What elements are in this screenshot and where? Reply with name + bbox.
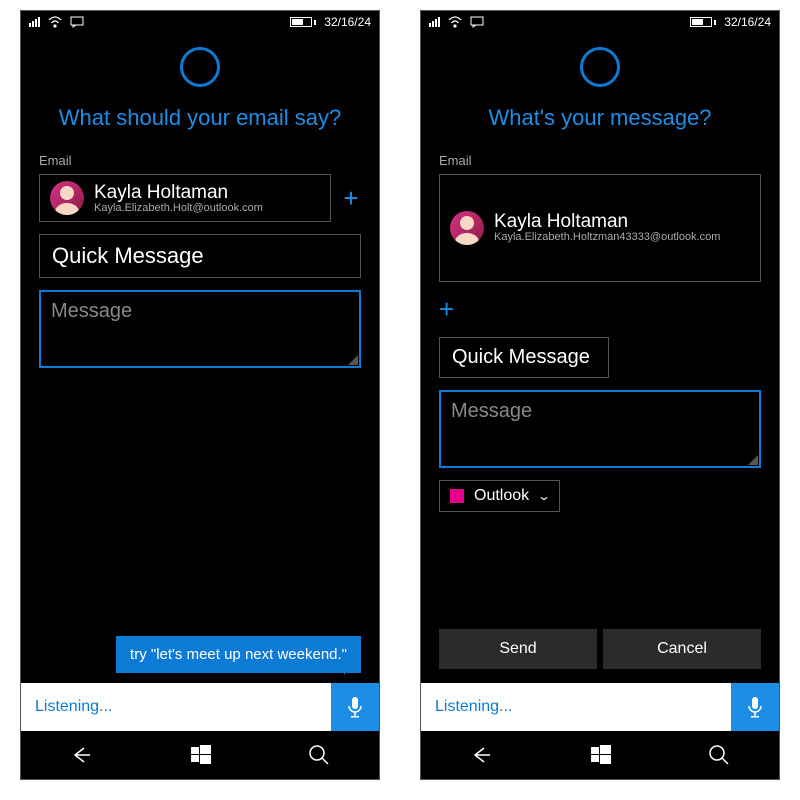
wifi-icon [48, 16, 62, 28]
nav-bar [21, 731, 379, 779]
contact-name: Kayla Holtaman [494, 212, 720, 231]
avatar [50, 181, 84, 215]
microphone-button[interactable] [731, 683, 779, 731]
message-input[interactable]: Message [39, 290, 361, 368]
listening-label: Listening... [421, 683, 731, 731]
microphone-button[interactable] [331, 683, 379, 731]
listening-bar[interactable]: Listening... [421, 683, 779, 731]
account-color-swatch [450, 489, 464, 503]
microphone-icon [345, 695, 365, 719]
account-label: Outlook [474, 487, 529, 505]
resize-handle-icon[interactable] [748, 455, 758, 465]
contact-card[interactable]: Kayla Holtaman Kayla.Elizabeth.Holt@outl… [39, 174, 331, 222]
subject-input[interactable]: Quick Message [39, 234, 361, 278]
add-recipient-button[interactable]: + [439, 294, 459, 325]
phone-screen-right: 32/16/24 What's your message? Email Kayl… [420, 10, 780, 780]
status-bar: 32/16/24 [21, 11, 379, 33]
contact-email: Kayla.Elizabeth.Holt@outlook.com [94, 202, 263, 214]
account-select[interactable]: Outlook ⌄ [439, 480, 560, 512]
status-bar: 32/16/24 [421, 11, 779, 33]
avatar [450, 211, 484, 245]
listening-label: Listening... [21, 683, 331, 731]
prompt-text: What's your message? [421, 105, 779, 153]
back-button[interactable] [70, 745, 94, 765]
contact-name: Kayla Holtaman [94, 183, 263, 202]
back-button[interactable] [470, 745, 494, 765]
contact-card[interactable]: Kayla Holtaman Kayla.Elizabeth.Holtzman4… [439, 174, 761, 282]
suggestion-bubble[interactable]: try "let's meet up next weekend." [116, 636, 361, 673]
section-label: Email [21, 153, 379, 174]
battery-icon [290, 17, 316, 27]
subject-input[interactable]: Quick Message [439, 337, 609, 378]
signal-icon [29, 17, 40, 27]
listening-bar[interactable]: Listening... [21, 683, 379, 731]
cancel-button[interactable]: Cancel [603, 629, 761, 669]
message-icon [470, 16, 484, 28]
status-time: 32/16/24 [724, 15, 771, 29]
resize-handle-icon[interactable] [348, 355, 358, 365]
contact-email: Kayla.Elizabeth.Holtzman43333@outlook.co… [494, 231, 720, 243]
nav-bar [421, 731, 779, 779]
status-time: 32/16/24 [324, 15, 371, 29]
wifi-icon [448, 16, 462, 28]
message-placeholder: Message [451, 400, 532, 422]
search-button[interactable] [708, 744, 730, 766]
phone-screen-left: 32/16/24 What should your email say? Ema… [20, 10, 380, 780]
battery-icon [690, 17, 716, 27]
chevron-down-icon: ⌄ [537, 489, 551, 503]
start-button[interactable] [191, 745, 211, 765]
add-recipient-button[interactable]: + [341, 183, 361, 214]
message-input[interactable]: Message [439, 390, 761, 468]
search-button[interactable] [308, 744, 330, 766]
cortana-ring-icon [580, 47, 620, 87]
message-placeholder: Message [51, 300, 132, 322]
signal-icon [429, 17, 440, 27]
section-label: Email [421, 153, 779, 174]
prompt-text: What should your email say? [21, 105, 379, 153]
send-button[interactable]: Send [439, 629, 597, 669]
cortana-ring-icon [180, 47, 220, 87]
start-button[interactable] [591, 745, 611, 765]
message-icon [70, 16, 84, 28]
microphone-icon [745, 695, 765, 719]
